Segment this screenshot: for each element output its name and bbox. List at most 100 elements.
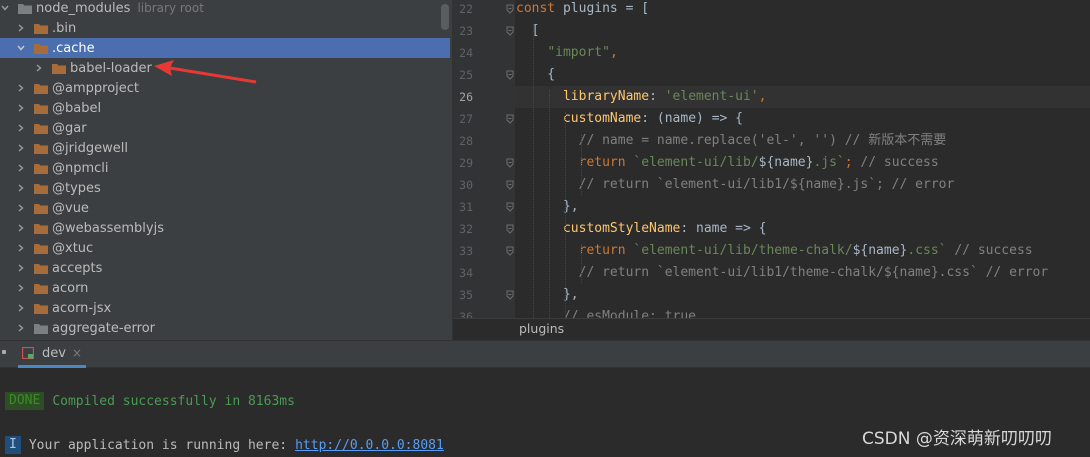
line-number[interactable]: 23 (453, 20, 473, 42)
tree-item[interactable]: @types (0, 178, 450, 198)
fold-marker-icon[interactable] (505, 114, 515, 124)
chevron-right-icon[interactable] (16, 183, 26, 193)
library-root-hint: library root (137, 1, 204, 15)
chevron-right-icon[interactable] (16, 263, 26, 273)
chevron-right-icon[interactable] (34, 63, 44, 73)
tree-root-node_modules[interactable]: node_modules library root (0, 0, 450, 18)
folder-icon (34, 243, 48, 254)
tab-dev[interactable]: dev × (18, 341, 87, 368)
fold-marker-icon[interactable] (505, 224, 515, 234)
line-number[interactable]: 25 (453, 64, 473, 86)
chevron-right-icon[interactable] (16, 83, 26, 93)
tree-item[interactable]: @gar (0, 118, 450, 138)
code-line[interactable]: // return `element-ui/lib1/theme-chalk/$… (516, 262, 1049, 284)
code-line[interactable]: customStyleName: name => { (516, 218, 767, 240)
code-line[interactable]: [ (516, 20, 540, 42)
code-line[interactable]: customName: (name) => { (516, 108, 743, 130)
fold-marker-icon[interactable] (505, 158, 515, 168)
indent-guide (565, 112, 566, 328)
editor-gutter: 22 23 24 25 26 27 28 29 30 31 32 33 34 35 36 (453, 0, 515, 324)
chevron-right-icon[interactable] (16, 123, 26, 133)
code-token: // success (860, 155, 939, 170)
code-line[interactable]: return `element-ui/lib/${name}.js`; // s… (516, 152, 939, 174)
code-line[interactable]: }, (516, 196, 579, 218)
indent-guide (533, 24, 534, 328)
chevron-right-icon[interactable] (16, 283, 26, 293)
tree-item[interactable]: @npmcli (0, 158, 450, 178)
chevron-right-icon[interactable] (16, 103, 26, 113)
code-line[interactable]: "import", (516, 42, 617, 64)
app-url-link[interactable]: http://0.0.0.0:8081 (295, 438, 444, 453)
code-token: .js` (813, 155, 845, 170)
folder-icon (34, 83, 48, 94)
folder-icon (34, 163, 48, 174)
tree-item-label: @babel (52, 100, 102, 116)
chevron-right-icon[interactable] (16, 143, 26, 153)
tree-scrollbar-thumb[interactable] (441, 4, 449, 30)
folder-icon (34, 183, 48, 194)
chevron-down-icon[interactable] (0, 3, 10, 13)
code-line[interactable]: return `element-ui/lib/theme-chalk/${nam… (516, 240, 1033, 262)
tree-item[interactable]: @webassemblyjs (0, 218, 450, 238)
fold-marker-icon[interactable] (505, 202, 515, 212)
fold-marker-icon[interactable] (505, 70, 515, 80)
tree-item[interactable]: @xtuc (0, 238, 450, 258)
line-number[interactable]: 24 (453, 42, 473, 64)
pin-icon[interactable] (2, 350, 6, 354)
folder-icon (34, 303, 48, 314)
code-line[interactable]: { (516, 64, 555, 86)
chevron-right-icon[interactable] (16, 243, 26, 253)
line-number[interactable]: 27 (453, 108, 473, 130)
code-line[interactable]: const plugins = [ (516, 0, 649, 20)
code-token: : (name) => { (641, 111, 743, 126)
line-number[interactable]: 22 (453, 0, 473, 20)
line-number[interactable]: 26 (453, 86, 473, 108)
chevron-right-icon[interactable] (16, 203, 26, 213)
chevron-right-icon[interactable] (16, 303, 26, 313)
line-number[interactable]: 34 (453, 262, 473, 284)
chevron-right-icon[interactable] (16, 323, 26, 333)
run-tool-window-tabs: dev × (0, 340, 1090, 368)
line-number[interactable]: 35 (453, 284, 473, 306)
chevron-right-icon[interactable] (16, 163, 26, 173)
code-editor[interactable]: 22 23 24 25 26 27 28 29 30 31 32 33 34 35 36 const plu… (452, 0, 1090, 340)
npm-script-icon (22, 347, 34, 359)
code-token: : (649, 89, 665, 104)
tree-item[interactable]: .cache (0, 38, 450, 58)
breadcrumb[interactable]: plugins (519, 321, 564, 336)
tree-item[interactable]: @vue (0, 198, 450, 218)
tree-item-label: babel-loader (70, 60, 152, 76)
tree-item[interactable]: aggregate-error (0, 318, 450, 338)
fold-marker-icon[interactable] (505, 180, 515, 190)
line-number[interactable]: 29 (453, 152, 473, 174)
code-token: return (578, 155, 634, 170)
chevron-right-icon[interactable] (16, 223, 26, 233)
line-number[interactable]: 33 (453, 240, 473, 262)
fold-marker-icon[interactable] (505, 246, 515, 256)
chevron-down-icon[interactable] (16, 43, 26, 53)
line-number[interactable]: 28 (453, 130, 473, 152)
tree-item[interactable]: accepts (0, 258, 450, 278)
line-number[interactable]: 31 (453, 196, 473, 218)
line-number[interactable]: 32 (453, 218, 473, 240)
code-token: customName (562, 111, 642, 126)
code-token: // success (946, 243, 1033, 258)
line-number[interactable]: 30 (453, 174, 473, 196)
code-line[interactable]: }, (516, 284, 579, 306)
close-icon[interactable]: × (72, 346, 82, 360)
code-token: const (516, 1, 563, 16)
code-token: }, (516, 287, 579, 302)
code-token: ${name} (758, 155, 814, 170)
code-line[interactable]: libraryName: 'element-ui', (516, 86, 767, 108)
tree-item[interactable]: .bin (0, 18, 450, 38)
fold-marker-icon[interactable] (505, 26, 515, 36)
tree-item[interactable]: acorn (0, 278, 450, 298)
chevron-right-icon[interactable] (16, 23, 26, 33)
fold-marker-icon[interactable] (505, 290, 515, 300)
tree-item[interactable]: @jridgewell (0, 138, 450, 158)
code-token: "import" (547, 45, 610, 60)
tree-item[interactable]: acorn-jsx (0, 298, 450, 318)
fold-marker-icon[interactable] (505, 4, 515, 14)
tree-item[interactable]: @babel (0, 98, 450, 118)
